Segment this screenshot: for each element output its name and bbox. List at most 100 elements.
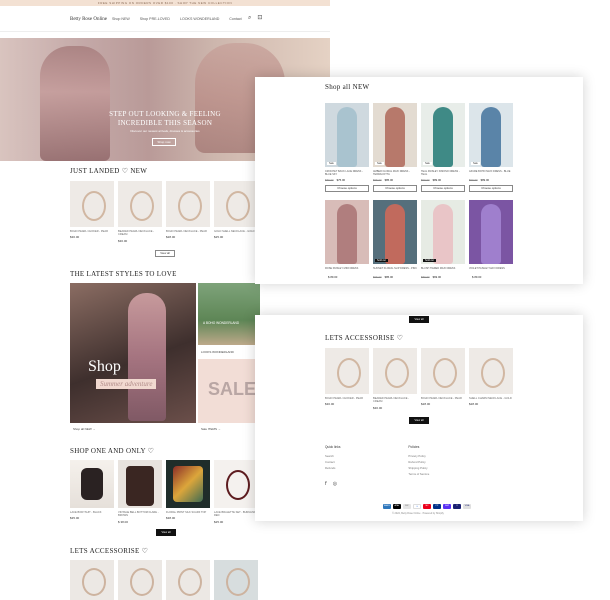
product-image[interactable] (166, 181, 210, 227)
footer-link-refunds[interactable]: Refunds (325, 465, 340, 471)
product-name[interactable]: BOHO PEARL CHOKER - PEAR (70, 230, 114, 233)
product-card[interactable]: Sale CROCHET BACK LACE DRESS - BLUE SKY … (325, 103, 369, 192)
product-card[interactable]: SHELL CHARM NECKLACE - GOLD $28.00 (469, 348, 513, 410)
sale-banner[interactable]: SALE (198, 359, 260, 423)
product-card[interactable]: BEADED PEARL NECKLACE - CREAM $30.00 (373, 348, 417, 410)
product-image[interactable] (373, 348, 417, 394)
store-logo[interactable]: Betty Rose Online (70, 17, 107, 22)
product-card[interactable]: BEADED PEARL NECKLACE - CREAM $30.00 (118, 181, 162, 243)
product-image[interactable] (214, 560, 258, 600)
one-and-only-view-all-button[interactable]: View all (156, 529, 176, 536)
product-image[interactable] (421, 348, 465, 394)
product-image[interactable] (118, 181, 162, 227)
product-card[interactable]: Sale AMBER FLORAL MAXI DRESS - TERRACOTT… (373, 103, 417, 192)
sale-items-link[interactable]: Sale ITEMS → (201, 427, 221, 431)
footer-link-terms[interactable]: Terms of Service (408, 471, 429, 477)
product-card[interactable]: BOHO PEARL CHOKER - PEAR $30.00 (70, 181, 114, 243)
product-prices: $99.00 $89.00 (421, 178, 465, 182)
nav-shop-preloved[interactable]: Shop PRE-LOVED (140, 17, 170, 21)
nav-shop-new[interactable]: Shop NEW (112, 17, 130, 21)
product-card[interactable]: LACE BRALETTE SET - BURGUNDY RED $25.00 (214, 460, 258, 524)
product-image[interactable]: Sold out (421, 200, 465, 264)
product-price: $30.00 (70, 235, 80, 240)
accessorise-view-all-button[interactable]: View all (409, 417, 429, 424)
product-name[interactable]: BEADED PEARL NECKLACE - CREAM (118, 230, 162, 237)
product-card[interactable]: BOHO PEARL NECKLACE - PEAR $28.00 (421, 348, 465, 410)
product-card[interactable]: VIOLET PAISLEY MAXI DRESS $ 89.00 (469, 200, 513, 279)
nav-looks-wonderland[interactable]: LOOKS WONDERLAND (180, 17, 219, 21)
product-card[interactable]: Sale AZURE BOHO MAXI DRESS - BLUE $99.00… (469, 103, 513, 192)
product-image[interactable] (118, 460, 162, 508)
choose-options-button[interactable]: Choose options (421, 185, 465, 192)
product-image[interactable] (166, 560, 210, 600)
product-card[interactable]: FLORAL PRINT SILK SCARF TOP $38.00 (166, 460, 210, 524)
instagram-icon[interactable]: ◎ (333, 481, 337, 487)
product-name[interactable]: LACE BODYSUIT - BLACK (70, 511, 114, 514)
search-icon[interactable]: ⌕ (248, 15, 251, 22)
product-name[interactable]: ROSE PAISLEY MIDI DRESS (325, 267, 369, 274)
product-name[interactable]: BOHO PEARL CHOKER - PEAR (325, 397, 369, 400)
product-name[interactable]: LACE BRALETTE SET - BURGUNDY RED (214, 511, 258, 518)
product-card[interactable]: VINTAGE BELL BOTTOM FLARE - BROWN $ 38.0… (118, 460, 162, 524)
product-prices: $89.00 $75.00 (325, 178, 369, 182)
product-name[interactable]: SUNSET FLORAL SLIP DRESS - PINK (373, 267, 417, 274)
cart-icon[interactable]: ⊡ (257, 15, 262, 22)
new-products-row-2: ROSE PAISLEY MIDI DRESS $ 89.00 Sold out… (325, 200, 513, 279)
wonderland-dog-image[interactable]: A BOHO WONDERLAND (198, 283, 260, 345)
product-name[interactable]: BLUSH TIERED MAXI DRESS (421, 267, 465, 274)
product-card[interactable]: BOHO PEARL CHOKER - PEAR $30.00 (325, 348, 369, 410)
product-card[interactable]: GOLD SHELL NECKLACE - GOLD $25.00 (214, 181, 258, 243)
compare-price: $95.00 (373, 178, 382, 182)
panel-view-all-button[interactable]: View all (409, 316, 429, 323)
summer-adventure-banner[interactable]: Shop Summer adventure (70, 283, 196, 423)
facebook-icon[interactable]: f (325, 481, 327, 487)
product-image[interactable]: Sale (325, 103, 369, 167)
product-image[interactable] (325, 200, 369, 264)
product-name[interactable]: VIOLET PAISLEY MAXI DRESS (469, 267, 513, 274)
product-card[interactable]: BOHO PEARL NECKLACE - PEAR $28.00 (166, 181, 210, 243)
choose-options-button[interactable]: Choose options (469, 185, 513, 192)
product-image[interactable] (469, 348, 513, 394)
product-image[interactable] (118, 560, 162, 600)
new-products-row-1: Sale CROCHET BACK LACE DRESS - BLUE SKY … (325, 103, 513, 192)
shop-all-new-link[interactable]: Shop all NEW → (73, 427, 96, 431)
product-name[interactable]: BEADED PEARL NECKLACE - CREAM (373, 397, 417, 404)
product-card[interactable]: Sold out SUNSET FLORAL SLIP DRESS - PINK… (373, 200, 417, 279)
product-image[interactable] (70, 181, 114, 227)
product-image[interactable]: Sale (469, 103, 513, 167)
product-image[interactable] (166, 460, 210, 508)
product-name[interactable]: TEAL PAISLEY KIMONO DRESS - TEAL (421, 170, 465, 177)
product-card[interactable]: ROSE PAISLEY MIDI DRESS $ 89.00 (325, 200, 369, 279)
product-image[interactable] (214, 181, 258, 227)
main-nav: Shop NEW Shop PRE-LOVED LOOKS WONDERLAND… (112, 17, 242, 21)
product-name[interactable]: AMBER FLORAL MAXI DRESS - TERRACOTTA (373, 170, 417, 177)
product-image[interactable]: Sold out (373, 200, 417, 264)
product-card[interactable]: LACE BODYSUIT - BLACK $35.00 (70, 460, 114, 524)
product-image[interactable] (214, 460, 258, 508)
product-image[interactable] (70, 560, 114, 600)
latest-styles-collage: Shop Summer adventure A BOHO WONDERLAND … (70, 283, 260, 423)
product-image[interactable] (469, 200, 513, 264)
product-name[interactable]: AZURE BOHO MAXI DRESS - BLUE (469, 170, 513, 177)
product-name[interactable]: CROCHET BACK LACE DRESS - BLUE SKY (325, 170, 369, 177)
nav-contact[interactable]: Contact (229, 17, 241, 21)
looks-wonderland-caption[interactable]: LOOKS WONDERLAND (201, 350, 234, 354)
product-name[interactable]: BOHO PEARL NECKLACE - PEAR (421, 397, 465, 400)
product-card[interactable]: Sold out BLUSH TIERED MAXI DRESS $89.00 $… (421, 200, 465, 279)
product-name[interactable]: GOLD SHELL NECKLACE - GOLD (214, 230, 258, 233)
product-image[interactable]: Sale (373, 103, 417, 167)
product-name[interactable]: FLORAL PRINT SILK SCARF TOP (166, 511, 210, 514)
hero-shop-button[interactable]: Shop now (152, 138, 176, 146)
product-name[interactable]: SHELL CHARM NECKLACE - GOLD (469, 397, 513, 400)
copyright: © 2024, Betty Rose Online · Powered by S… (392, 512, 444, 515)
product-name[interactable]: BOHO PEARL NECKLACE - PEAR (166, 230, 210, 233)
visa-icon: V (453, 504, 461, 509)
product-card[interactable]: Sale TEAL PAISLEY KIMONO DRESS - TEAL $9… (421, 103, 465, 192)
product-image[interactable] (70, 460, 114, 508)
product-image[interactable] (325, 348, 369, 394)
product-image[interactable]: Sale (421, 103, 465, 167)
choose-options-button[interactable]: Choose options (325, 185, 369, 192)
product-name[interactable]: VINTAGE BELL BOTTOM FLARE - BROWN (118, 511, 162, 518)
choose-options-button[interactable]: Choose options (373, 185, 417, 192)
just-landed-view-all-button[interactable]: View all (155, 250, 175, 257)
